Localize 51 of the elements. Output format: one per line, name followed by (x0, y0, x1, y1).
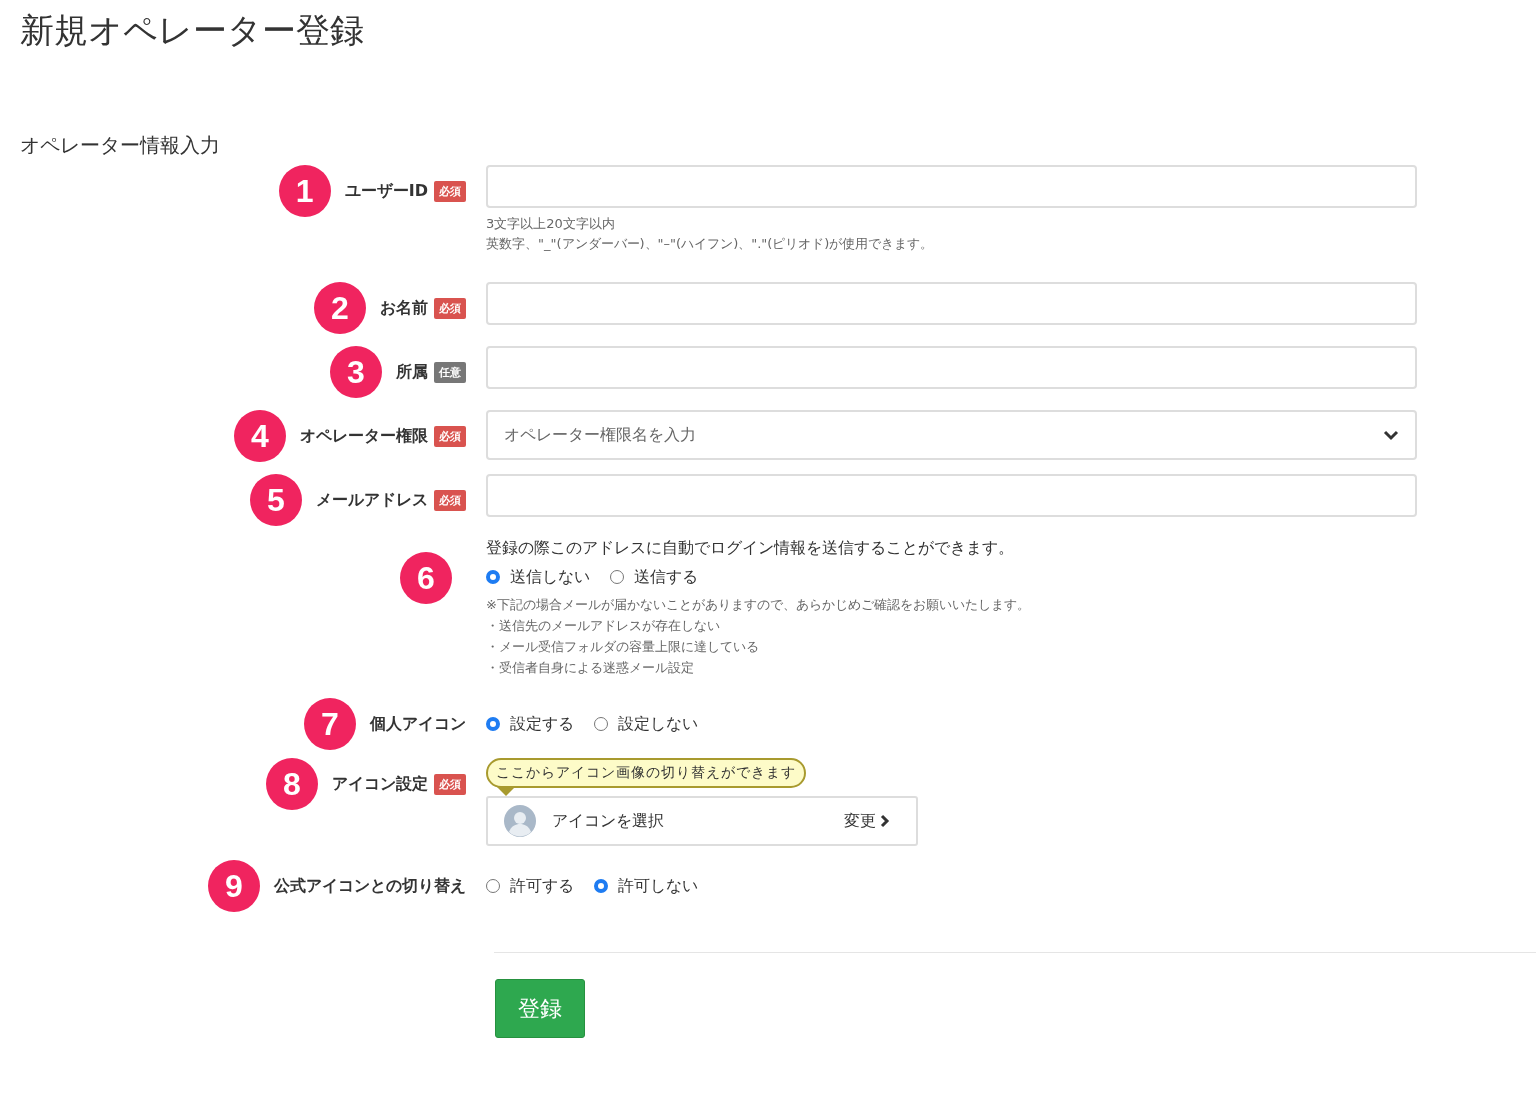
field-label: アイコン設定 (332, 773, 428, 795)
radio-option[interactable]: 送信する (610, 566, 698, 588)
field-label: お名前 (380, 297, 428, 319)
dropdown-select[interactable]: オペレーター権限名を入力 (486, 410, 1417, 460)
required-badge: 必須 (434, 425, 466, 447)
note-text: ・送信先のメールアドレスが存在しない (486, 617, 721, 635)
hint-text: 英数字、"_"(アンダーバー)、"–"(ハイフン)、"."(ピリオド)が使用できます。 (486, 235, 934, 253)
field-label: 個人アイコン (370, 713, 466, 735)
radio-option[interactable]: 設定する (486, 713, 574, 735)
step-number-marker: 5 (250, 474, 302, 526)
required-badge: 必須 (434, 489, 466, 511)
tooltip-pointer (496, 786, 516, 796)
required-badge: 必須 (434, 297, 466, 319)
radio-button[interactable] (486, 879, 500, 893)
step-number-marker: 7 (304, 698, 356, 750)
radio-button[interactable] (594, 717, 608, 731)
radio-option[interactable]: 許可しない (594, 875, 698, 897)
step-number-marker: 6 (400, 552, 452, 604)
section-heading: オペレーター情報入力 (20, 132, 220, 159)
step-number-marker: 9 (208, 860, 260, 912)
radio-option[interactable]: 送信しない (486, 566, 590, 588)
radio-button[interactable] (594, 879, 608, 893)
field-label: メールアドレス (316, 489, 428, 511)
note-text: ※下記の場合メールが届かないことがありますので、あらかじめご確認をお願いいたします。 (486, 596, 1030, 614)
step-number-marker: 2 (314, 282, 366, 334)
radio-option[interactable]: 設定しない (594, 713, 698, 735)
field-label: 所属 (396, 361, 428, 383)
note-text: ・メール受信フォルダの容量上限に達している (486, 638, 760, 656)
icon-select-field[interactable]: アイコンを選択 変更 (486, 796, 918, 846)
description-text: 登録の際このアドレスに自動でログイン情報を送信することができます。 (486, 537, 1014, 559)
optional-badge: 任意 (434, 361, 466, 383)
hint-text: 3文字以上20文字以内 (486, 215, 616, 233)
field-label: 公式アイコンとの切り替え (274, 875, 466, 897)
step-number-marker: 4 (234, 410, 286, 462)
field-label: オペレーター権限 (300, 425, 428, 447)
avatar-silhouette-icon (504, 805, 536, 837)
radio-button[interactable] (610, 570, 624, 584)
radio-button[interactable] (486, 717, 500, 731)
change-button[interactable]: 変更 (844, 810, 890, 832)
step-number-marker: 1 (278, 165, 331, 217)
required-badge: 必須 (434, 180, 466, 202)
step-number-marker: 3 (330, 346, 382, 398)
field-label: ユーザーID (344, 180, 428, 202)
required-badge: 必須 (434, 773, 466, 795)
page-title: 新規オペレーター登録 (20, 9, 364, 52)
chevron-right-icon (880, 814, 890, 828)
chevron-down-icon (1383, 429, 1399, 441)
radio-option[interactable]: 許可する (486, 875, 574, 897)
step-number-marker: 8 (266, 758, 318, 810)
radio-button[interactable] (486, 570, 500, 584)
note-text: ・受信者自身による迷惑メール設定 (486, 659, 695, 677)
